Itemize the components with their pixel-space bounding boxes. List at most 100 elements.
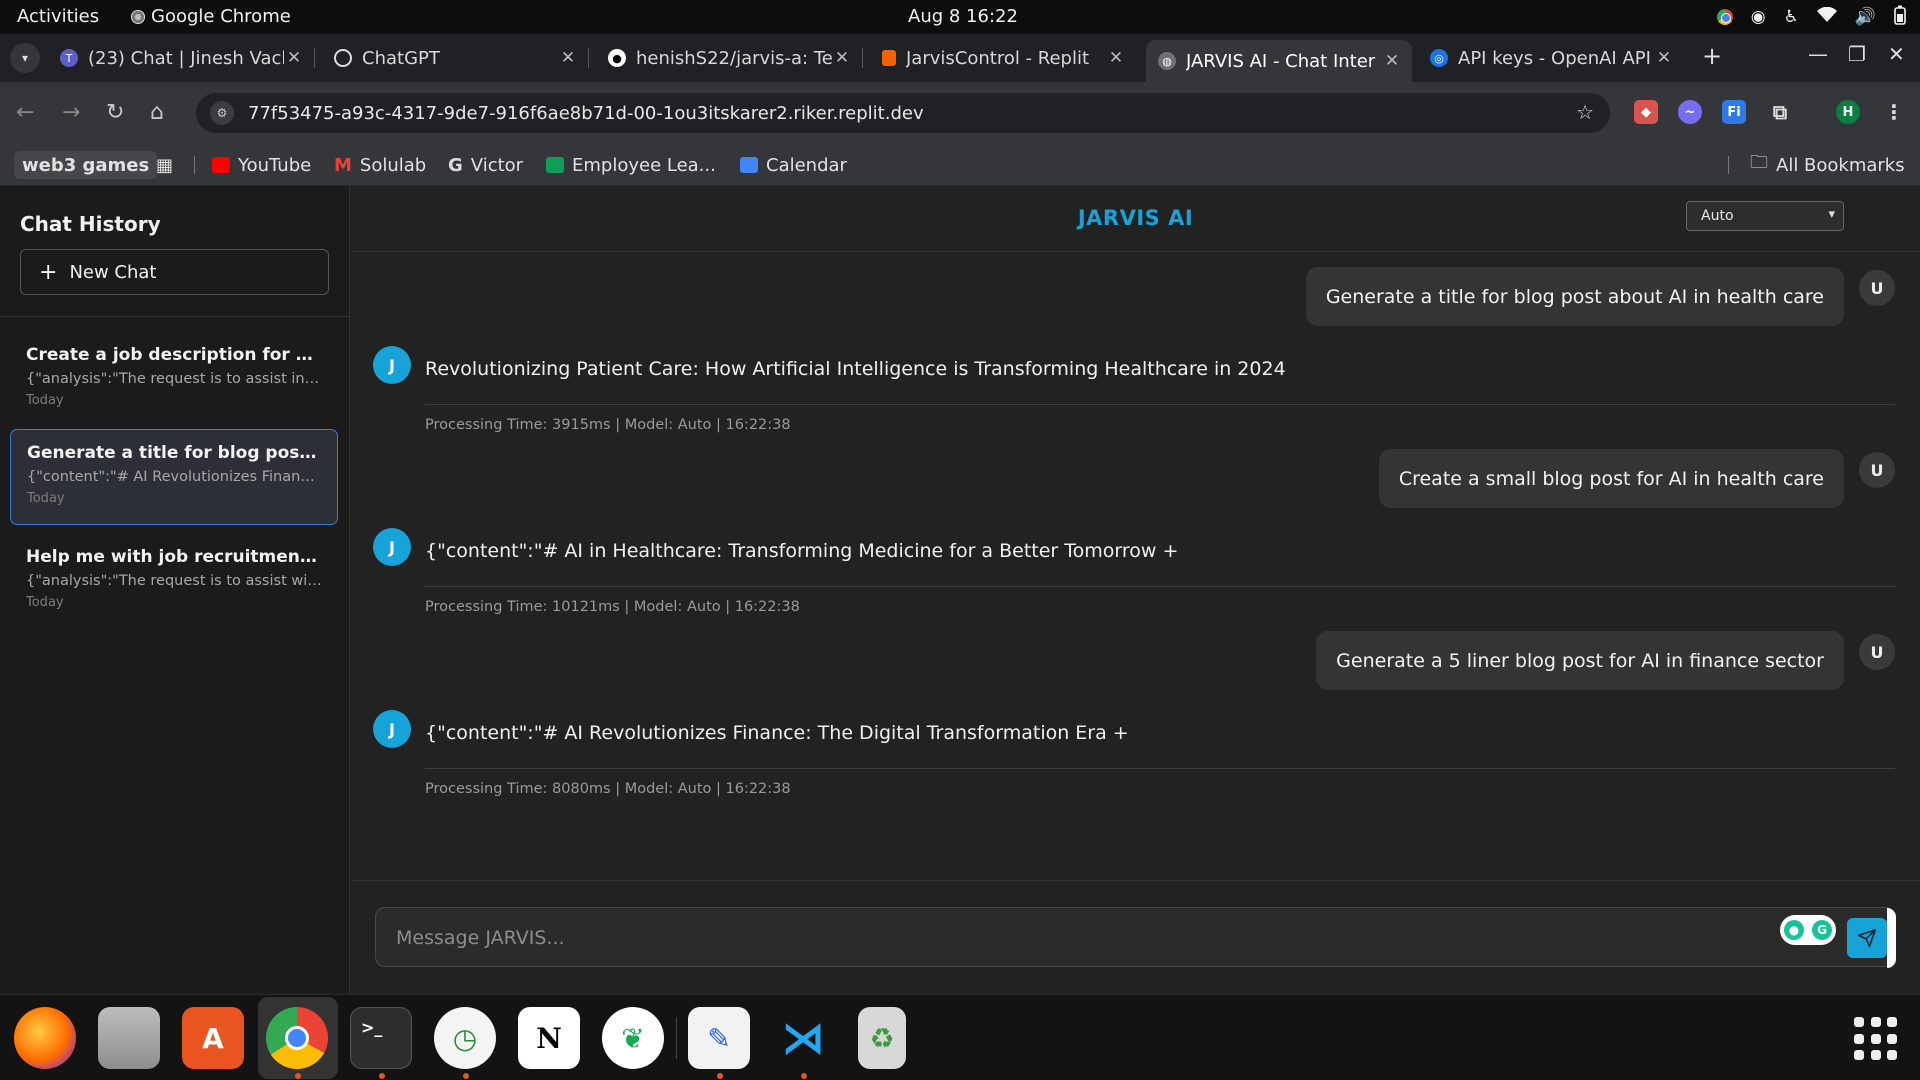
calendar-icon: [740, 157, 758, 173]
ai-extension-icon[interactable]: ~: [1678, 100, 1702, 124]
tab-github[interactable]: ● henishS22/jarvis-a: Te ✕: [596, 40, 863, 76]
site-info-icon[interactable]: ⚙: [210, 101, 234, 125]
chrome-tray-icon[interactable]: [1716, 9, 1733, 25]
reload-icon[interactable]: ↻: [106, 100, 124, 125]
chat-history-sidebar: Chat History + New Chat Create a job des…: [0, 186, 350, 994]
user-avatar: U: [1859, 452, 1895, 488]
files-icon[interactable]: [98, 1007, 160, 1069]
tab-jarvis[interactable]: ◍ JARVIS AI - Chat Inter ✕: [1146, 40, 1412, 82]
close-icon[interactable]: ✕: [284, 48, 304, 68]
folder-icon: 🗀: [1750, 152, 1768, 173]
tab-openai-api-keys[interactable]: ◎ API keys - OpenAI API ✕: [1418, 40, 1684, 76]
close-icon[interactable]: ✕: [1654, 48, 1674, 68]
show-apps-icon[interactable]: [1854, 1017, 1898, 1061]
record-icon[interactable]: ◉: [1751, 7, 1766, 27]
model-select[interactable]: Auto ▾: [1686, 201, 1844, 231]
grammarly-widget[interactable]: ● G: [1780, 915, 1836, 945]
trash-icon[interactable]: ♻: [858, 1007, 906, 1069]
activities-button[interactable]: Activities: [17, 6, 99, 27]
grammarly-icon[interactable]: G: [1812, 920, 1832, 940]
close-icon[interactable]: ✕: [558, 48, 578, 68]
new-chat-button[interactable]: + New Chat: [20, 249, 329, 295]
firefox-icon[interactable]: [14, 1007, 76, 1069]
timeshift-icon[interactable]: ◷: [434, 1007, 496, 1069]
app-menu[interactable]: Google Chrome: [131, 6, 291, 27]
notion-icon[interactable]: N: [518, 1007, 580, 1069]
ai-message: {"content":"# AI in Healthcare: Transfor…: [425, 540, 1179, 562]
volume-icon[interactable]: 🔊: [1855, 7, 1876, 27]
accessibility-icon[interactable]: ♿: [1784, 7, 1799, 27]
history-item[interactable]: Help me with job recruitment of s... {"a…: [10, 534, 338, 630]
send-icon: [1857, 928, 1877, 948]
tab-strip: ▾ T (23) Chat | Jinesh Vach ✕ ChatGPT ✕ …: [0, 34, 1920, 82]
user-message: Create a small blog post for AI in healt…: [1378, 449, 1844, 508]
close-icon[interactable]: ✕: [1382, 51, 1402, 71]
profile-avatar[interactable]: H: [1836, 100, 1860, 124]
ai-avatar: J: [373, 346, 411, 384]
chrome-icon[interactable]: [266, 1007, 328, 1069]
text-editor-icon[interactable]: ✎: [688, 1007, 750, 1069]
sheets-icon: [546, 157, 564, 173]
ai-avatar: J: [373, 710, 411, 748]
window-close-icon[interactable]: ✕: [1888, 42, 1905, 66]
history-item-active[interactable]: Generate a title for blog post abo... {"…: [10, 429, 338, 525]
metamask-extension-icon[interactable]: ◆: [1634, 100, 1658, 124]
bookmark-solulab[interactable]: M Solulab: [334, 144, 426, 186]
gnome-top-bar: Activities Google Chrome Aug 8 16:22 ◉ ♿…: [0, 0, 1920, 34]
new-tab-button[interactable]: +: [1702, 42, 1722, 70]
url-text[interactable]: 77f53475-a93c-4317-9de7-916f6ae8b71d-00-…: [248, 103, 924, 124]
tab-replit[interactable]: JarvisControl - Replit ✕: [870, 40, 1136, 76]
home-icon[interactable]: ⌂: [150, 100, 164, 125]
user-message: Generate a 5 liner blog post for AI in f…: [1316, 631, 1844, 690]
teams-icon: T: [60, 49, 78, 67]
battery-icon[interactable]: [1894, 5, 1906, 30]
tab-search-button[interactable]: ▾: [10, 43, 40, 73]
tab-teams-chat[interactable]: T (23) Chat | Jinesh Vach ✕: [48, 40, 315, 76]
bookmark-calendar[interactable]: Calendar: [740, 144, 847, 186]
history-item[interactable]: Create a job description for a seni... {…: [10, 332, 338, 428]
chrome-app-icon: [131, 9, 145, 24]
chrome-menu-icon[interactable]: ⋮: [1882, 100, 1906, 124]
vscode-icon[interactable]: ⋊: [772, 1007, 834, 1069]
bookmark-youtube[interactable]: YouTube: [212, 144, 311, 186]
wifi-icon[interactable]: [1816, 6, 1837, 28]
tab-chatgpt[interactable]: ChatGPT ✕: [322, 40, 589, 76]
bookmark-web3-games[interactable]: web3 games: [14, 151, 158, 179]
terminal-icon[interactable]: >_: [350, 1007, 412, 1069]
system-tray[interactable]: ◉ ♿ 🔊: [1716, 0, 1906, 34]
replit-icon: [882, 50, 896, 66]
bookmarks-bar: web3 games ▦ YouTube M Solulab G Victor …: [0, 144, 1920, 186]
globe-icon: ◍: [1158, 52, 1176, 70]
address-bar[interactable]: ⚙ 77f53475-a93c-4317-9de7-916f6ae8b71d-0…: [196, 93, 1610, 133]
ai-avatar: J: [373, 528, 411, 566]
all-bookmarks-button[interactable]: 🗀 All Bookmarks: [1750, 144, 1905, 186]
grammarly-assist-icon[interactable]: ●: [1784, 920, 1804, 940]
apps-grid-icon[interactable]: ▦: [156, 144, 173, 186]
forward-icon[interactable]: →: [62, 100, 80, 125]
chevron-down-icon: ▾: [1828, 207, 1835, 222]
fi-extension-icon[interactable]: Fi: [1722, 100, 1746, 124]
close-icon[interactable]: ✕: [1106, 48, 1126, 68]
message-meta: Processing Time: 8080ms | Model: Auto | …: [425, 781, 791, 797]
composer-area: ● G: [351, 880, 1920, 994]
message-meta: Processing Time: 10121ms | Model: Auto |…: [425, 599, 800, 615]
bookmark-employee-leave[interactable]: Employee Lea...: [546, 144, 716, 186]
ubuntu-dock: A >_ ◷ N ❦ ✎ ⋊ ♻: [0, 994, 1920, 1080]
chat-header: JARVIS AI Auto ▾: [351, 186, 1920, 252]
app-title: JARVIS AI: [1077, 206, 1194, 230]
user-avatar: U: [1859, 270, 1895, 306]
youtube-icon: [212, 157, 230, 173]
app-center-icon[interactable]: A: [182, 1007, 244, 1069]
gmail-icon: M: [334, 154, 352, 176]
send-button[interactable]: [1847, 918, 1887, 958]
message-input[interactable]: [396, 922, 1756, 954]
extensions-puzzle-icon[interactable]: ⧉: [1768, 100, 1792, 124]
bookmark-star-icon[interactable]: ☆: [1576, 100, 1594, 124]
restore-icon[interactable]: ❐: [1848, 42, 1866, 66]
minimize-icon[interactable]: —: [1808, 42, 1828, 66]
back-icon[interactable]: ←: [16, 100, 34, 125]
bookmark-victor[interactable]: G Victor: [448, 144, 523, 186]
close-icon[interactable]: ✕: [832, 48, 852, 68]
clock[interactable]: Aug 8 16:22: [908, 6, 1018, 27]
mongodb-compass-icon[interactable]: ❦: [602, 1007, 664, 1069]
